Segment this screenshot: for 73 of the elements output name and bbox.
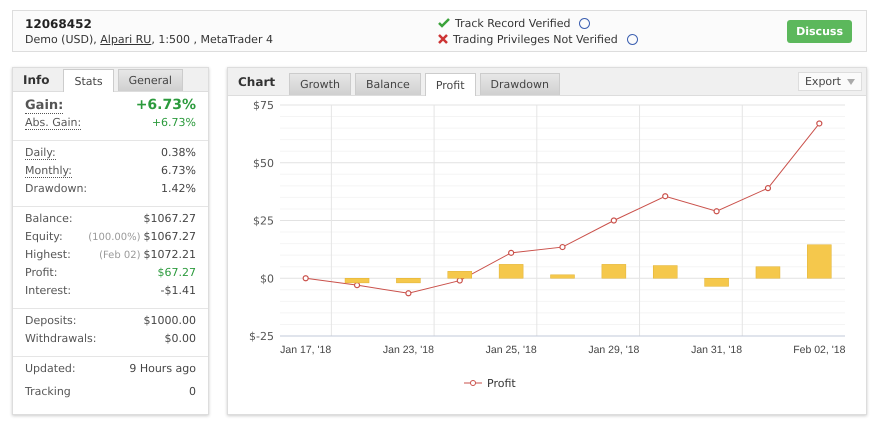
stat-value: 0.38% xyxy=(161,146,196,159)
axis-label: $-25 xyxy=(249,330,274,343)
axis-label: Jan 29, '18 xyxy=(588,344,640,356)
bar xyxy=(652,265,678,278)
stat-value: 1.42% xyxy=(161,182,196,195)
stat-value: $1067.27 xyxy=(144,230,196,243)
tab[interactable]: Stats xyxy=(63,69,114,92)
caret-icon xyxy=(847,78,855,84)
axis-label: Jan 31, '18 xyxy=(691,344,742,356)
bar xyxy=(704,278,729,287)
bar xyxy=(344,278,370,284)
stat-label: Interest: xyxy=(25,284,72,297)
axis-label: Feb 02, '18 xyxy=(793,344,846,356)
stat-value: +6.73% xyxy=(152,116,196,129)
stat-value: 6.73% xyxy=(161,164,196,177)
panel-title: Chart xyxy=(238,74,276,88)
stat-value: $67.27 xyxy=(158,266,196,279)
tab[interactable]: Growth xyxy=(289,73,351,95)
panel-title: Info xyxy=(23,72,50,86)
verification-status: Trading Privileges Not Verified xyxy=(453,32,618,46)
stat-value: $1072.21 xyxy=(144,248,196,261)
axis-label: $75 xyxy=(253,99,274,112)
bar xyxy=(550,274,575,278)
stat-value: +6.73% xyxy=(136,97,196,113)
axis-label: $50 xyxy=(253,156,274,170)
bar xyxy=(602,264,626,278)
stat-label: Deposits: xyxy=(25,314,76,327)
tab[interactable]: Profit xyxy=(424,73,476,96)
data-point xyxy=(610,217,617,224)
tab[interactable]: General xyxy=(118,69,183,91)
help-icon[interactable] xyxy=(626,34,638,44)
stat-label: Daily: xyxy=(25,146,56,160)
stat-label: Updated: xyxy=(25,362,76,375)
data-point xyxy=(456,277,463,284)
bar xyxy=(756,266,780,278)
broker-link[interactable]: Alpari RU xyxy=(100,32,152,46)
stat-label: Tracking xyxy=(25,385,71,398)
verification-status: Track Record Verified xyxy=(455,16,570,30)
stat-label: Gain: xyxy=(25,98,64,114)
account-number: 12068452 xyxy=(25,16,93,30)
stat-label: Monthly: xyxy=(25,164,72,178)
stat-value: $1067.27 xyxy=(144,212,196,225)
account-details: Demo (USD), Alpari RU, 1:500 , MetaTrader 4 xyxy=(25,32,274,46)
axis-label: $0 xyxy=(260,272,274,286)
bar xyxy=(448,271,472,278)
stat-label: Equity: xyxy=(25,230,63,243)
data-point xyxy=(302,275,309,282)
stat-label: Balance: xyxy=(25,212,73,225)
stat-note: (Feb 02) xyxy=(99,250,140,261)
stat-label: Abs. Gain: xyxy=(25,116,82,130)
axis-label: Jan 17, '18 xyxy=(280,344,332,356)
legend-label: Profit xyxy=(487,377,516,390)
stat-value: -$1.41 xyxy=(160,284,196,297)
axis-label: $25 xyxy=(253,214,274,228)
stat-value: $1000.00 xyxy=(144,314,196,327)
stat-value: 0 xyxy=(189,385,196,398)
bar xyxy=(396,278,421,284)
axis-label: Jan 23, '18 xyxy=(382,344,434,356)
tab[interactable]: Balance xyxy=(354,73,421,95)
stat-value: $0.00 xyxy=(164,332,196,345)
stat-note: (100.00%) xyxy=(88,232,140,243)
export-button[interactable]: Export xyxy=(798,72,862,91)
help-icon[interactable] xyxy=(579,18,590,28)
stat-label: Highest: xyxy=(25,248,71,261)
bar xyxy=(498,264,524,278)
stat-label: Drawdown: xyxy=(25,182,88,195)
bar xyxy=(807,244,832,278)
stat-label: Profit: xyxy=(25,266,58,279)
stat-value: 9 Hours ago xyxy=(129,362,196,375)
legend-marker-icon xyxy=(464,380,482,386)
tab[interactable]: Drawdown xyxy=(480,73,560,95)
stat-label: Withdrawals: xyxy=(25,332,96,345)
axis-label: Jan 25, '18 xyxy=(486,344,537,356)
